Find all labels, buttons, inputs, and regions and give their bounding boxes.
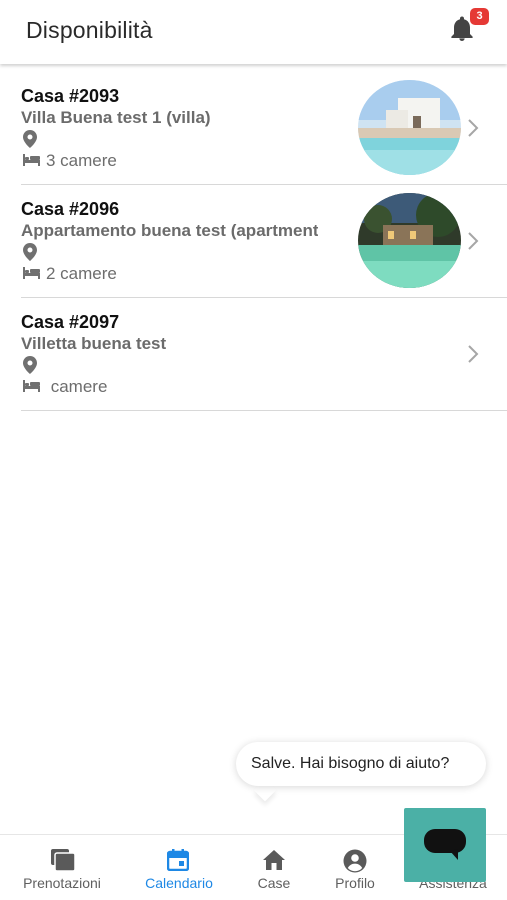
property-list-item[interactable]: Casa #2097 Villetta buena test camere xyxy=(21,298,507,411)
nav-item-prenotazioni[interactable]: Prenotazioni xyxy=(14,835,110,900)
nav-label: Calendario xyxy=(145,875,213,891)
chat-launcher-button[interactable] xyxy=(404,808,486,882)
app-bar: Disponibilità 3 xyxy=(0,0,507,64)
notification-count-badge: 3 xyxy=(470,8,489,25)
nav-item-calendario[interactable]: Calendario xyxy=(134,835,224,900)
room-count: camere xyxy=(46,377,108,396)
bed-icon xyxy=(23,380,40,392)
chat-greeting-bubble[interactable]: Salve. Hai bisogno di aiuto? xyxy=(236,742,486,786)
location-pin-icon xyxy=(23,243,37,261)
property-photo xyxy=(358,80,461,175)
chevron-right-icon[interactable] xyxy=(467,118,479,138)
property-photo xyxy=(358,193,461,288)
property-name: Villa Buena test 1 (villa) xyxy=(21,108,211,127)
property-ref: Casa #2097 xyxy=(21,312,120,332)
home-icon xyxy=(263,850,285,870)
property-list: Casa #2093 Villa Buena test 1 (villa) 3 … xyxy=(21,72,507,411)
location-pin-icon xyxy=(23,130,37,148)
bed-icon xyxy=(23,267,40,279)
property-list-item[interactable]: Casa #2096 Appartamento buena test (apar… xyxy=(21,185,507,298)
nav-label: Prenotazioni xyxy=(23,875,101,891)
nav-label: Profilo xyxy=(335,875,375,891)
property-name: Villetta buena test xyxy=(21,334,167,353)
chat-icon xyxy=(424,829,466,860)
room-count: 3 camere xyxy=(46,151,117,170)
chevron-right-icon[interactable] xyxy=(467,344,479,364)
room-count: 2 camere xyxy=(46,264,117,283)
nav-item-profilo[interactable]: Profilo xyxy=(326,835,384,900)
location-pin-icon xyxy=(23,356,37,374)
chevron-right-icon[interactable] xyxy=(467,231,479,251)
bed-icon xyxy=(23,154,40,166)
property-ref: Casa #2093 xyxy=(21,86,120,106)
account-icon xyxy=(343,849,367,873)
bookings-icon xyxy=(51,849,75,871)
calendar-icon xyxy=(167,849,189,871)
property-ref: Casa #2096 xyxy=(21,199,120,219)
page-title: Disponibilità xyxy=(26,17,153,43)
nav-item-case[interactable]: Case xyxy=(248,835,300,900)
property-name: Appartamento buena test (apartment) xyxy=(21,221,318,240)
property-list-item[interactable]: Casa #2093 Villa Buena test 1 (villa) 3 … xyxy=(21,72,507,185)
nav-label: Case xyxy=(257,875,291,891)
